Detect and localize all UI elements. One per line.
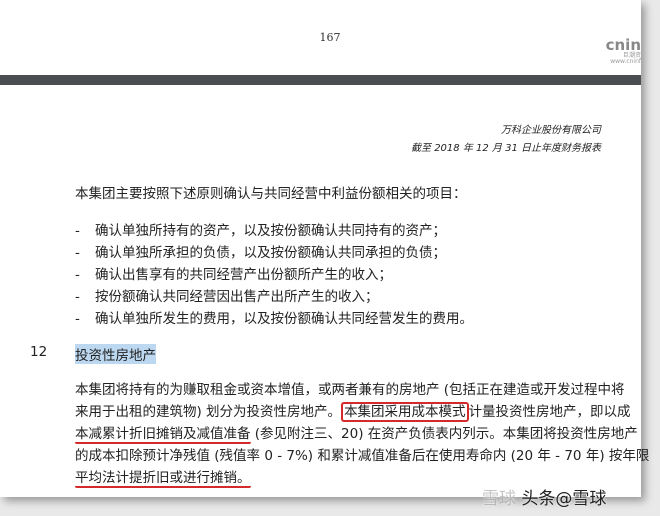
report-period: 截至 2018 年 12 月 31 日止年度财务报表 bbox=[411, 143, 601, 154]
section-number: 12 bbox=[30, 344, 48, 360]
company-name: 万科企业股份有限公司 bbox=[501, 125, 601, 136]
para-line: 本减累计折旧摊销及减值准备 (参见附注三、20) 在资产负债表内列示。本集团将投… bbox=[75, 426, 638, 444]
para-line: 来用于出租的建筑物) 划分为投资性房地产。 本集团采用成本模式 计量投资性房地产，即… bbox=[75, 402, 631, 422]
list-item: - 按份额确认共同经营因出售产出所产生的收入； bbox=[75, 289, 379, 305]
cninfo-logo: cnin 巨潮资 www.cninf bbox=[605, 36, 641, 65]
red-box-annotation: 本集团采用成本模式 bbox=[341, 402, 469, 422]
page-number: 167 bbox=[319, 31, 341, 44]
watermark: 雪球 头条@雪球 bbox=[482, 489, 607, 509]
list-item: - 确认出售享有的共同经营产出份额所产生的收入； bbox=[75, 267, 392, 283]
list-item: - 确认单独所发生的费用，以及按份额确认共同经营发生的费用。 bbox=[75, 311, 473, 327]
para-line: 平均法计提折旧或进行摊销。 bbox=[75, 466, 251, 488]
para-line: 本集团将持有的为赚取租金或资本增值，或两者兼有的房地产 (包括正在建造或开发过程… bbox=[75, 382, 625, 398]
header-rule bbox=[0, 75, 641, 85]
red-underline-annotation: 本减累计折旧摊销及减值准备 bbox=[75, 426, 251, 444]
intro-text: 本集团主要按照下述原则确认与共同经营中利益份额相关的项目： bbox=[75, 186, 467, 202]
list-item: - 确认单独所承担的负债，以及按份额确认共同承担的负债； bbox=[75, 245, 446, 261]
list-item: - 确认单独所持有的资产，以及按份额确认共同持有的资产； bbox=[75, 223, 446, 239]
para-line: 的成本扣除预计净残值 (残值率 0 - 7%) 和累计减值准备后在使用寿命内 (… bbox=[75, 448, 650, 464]
section-title-highlighted: 投资性房地产 bbox=[75, 344, 156, 364]
document-page: 167 cnin 巨潮资 www.cninf 万科企业股份有限公司 截至 201… bbox=[0, 0, 649, 497]
red-underline-annotation: 平均法计提折旧或进行摊销。 bbox=[75, 470, 251, 488]
